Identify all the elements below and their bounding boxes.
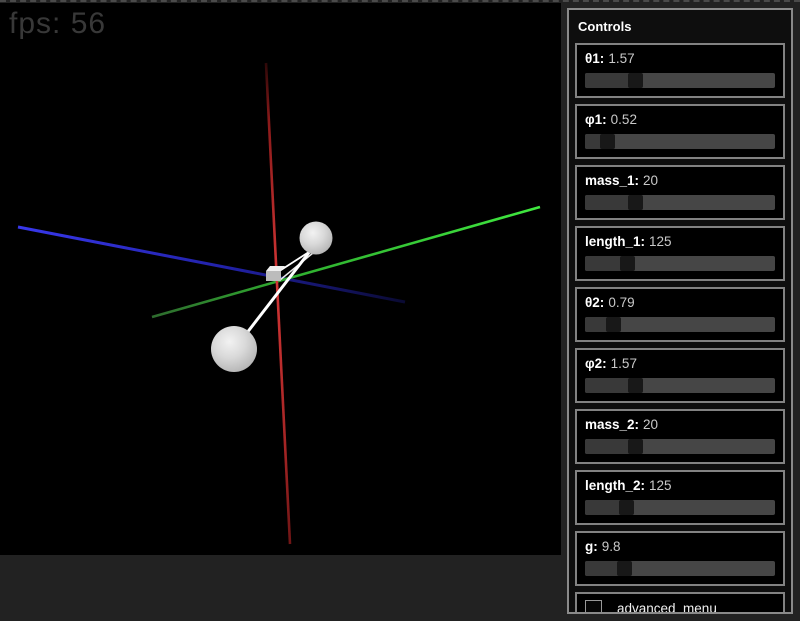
slider-track-length2[interactable] xyxy=(585,500,775,515)
slider-label-theta2: θ2: 0.79 xyxy=(585,295,775,311)
slider-box-mass2: mass_2: 20 xyxy=(575,409,785,464)
green-axis-line xyxy=(152,207,540,317)
slider-label-mass2: mass_2: 20 xyxy=(585,417,775,433)
mass-1-sphere xyxy=(300,222,333,255)
slider-name: mass_1: xyxy=(585,173,639,188)
slider-box-theta2: θ2: 0.79 xyxy=(575,287,785,342)
slider-box-phi1: φ1: 0.52 xyxy=(575,104,785,159)
advanced-menu-row: advanced_menu xyxy=(575,592,785,614)
slider-track-mass2[interactable] xyxy=(585,439,775,454)
slider-value: 1.57 xyxy=(611,356,637,371)
slider-thumb[interactable] xyxy=(628,378,643,393)
slider-track-mass1[interactable] xyxy=(585,195,775,210)
slider-label-length2: length_2: 125 xyxy=(585,478,775,494)
slider-name: length_2: xyxy=(585,478,645,493)
slider-thumb[interactable] xyxy=(628,73,643,88)
slider-thumb[interactable] xyxy=(617,561,632,576)
slider-box-length2: length_2: 125 xyxy=(575,470,785,525)
slider-value: 20 xyxy=(643,417,658,432)
advanced-menu-checkbox[interactable] xyxy=(585,600,602,614)
slider-box-g: g: 9.8 xyxy=(575,531,785,586)
slider-name: θ2: xyxy=(585,295,604,310)
simulation-canvas[interactable]: fps: 56 xyxy=(0,3,561,555)
slider-thumb[interactable] xyxy=(606,317,621,332)
slider-value: 1.57 xyxy=(608,51,634,66)
slider-value: 9.8 xyxy=(602,539,621,554)
slider-track-length1[interactable] xyxy=(585,256,775,271)
slider-value: 125 xyxy=(649,234,672,249)
slider-name: θ1: xyxy=(585,51,604,66)
slider-name: mass_2: xyxy=(585,417,639,432)
slider-thumb[interactable] xyxy=(628,195,643,210)
panel-title: Controls xyxy=(578,19,785,34)
slider-box-mass1: mass_1: 20 xyxy=(575,165,785,220)
slider-box-length1: length_1: 125 xyxy=(575,226,785,281)
slider-thumb[interactable] xyxy=(628,439,643,454)
slider-box-phi2: φ2: 1.57 xyxy=(575,348,785,403)
slider-track-phi2[interactable] xyxy=(585,378,775,393)
slider-name: length_1: xyxy=(585,234,645,249)
pendulum-scene xyxy=(0,3,561,555)
slider-name: φ1: xyxy=(585,112,607,127)
advanced-menu-label: advanced_menu xyxy=(617,601,717,614)
slider-track-theta2[interactable] xyxy=(585,317,775,332)
mass-2-sphere xyxy=(211,326,257,372)
slider-name: φ2: xyxy=(585,356,607,371)
slider-label-theta1: θ1: 1.57 xyxy=(585,51,775,67)
page-top-dashed-border xyxy=(0,0,800,2)
slider-thumb[interactable] xyxy=(619,500,634,515)
slider-label-length1: length_1: 125 xyxy=(585,234,775,250)
slider-label-g: g: 9.8 xyxy=(585,539,775,555)
slider-value: 125 xyxy=(649,478,672,493)
blue-axis-line xyxy=(18,227,405,302)
slider-track-theta1[interactable] xyxy=(585,73,775,88)
slider-label-phi1: φ1: 0.52 xyxy=(585,112,775,128)
slider-label-mass1: mass_1: 20 xyxy=(585,173,775,189)
fps-counter: fps: 56 xyxy=(9,7,106,41)
slider-track-g[interactable] xyxy=(585,561,775,576)
slider-box-theta1: θ1: 1.57 xyxy=(575,43,785,98)
controls-panel: Controls θ1: 1.57 φ1: 0.52 mass_1: 20 lengt… xyxy=(567,8,793,614)
slider-label-phi2: φ2: 1.57 xyxy=(585,356,775,372)
slider-thumb[interactable] xyxy=(600,134,615,149)
slider-thumb[interactable] xyxy=(620,256,635,271)
slider-value: 20 xyxy=(643,173,658,188)
slider-value: 0.79 xyxy=(608,295,634,310)
slider-name: g: xyxy=(585,539,598,554)
slider-value: 0.52 xyxy=(611,112,637,127)
slider-track-phi1[interactable] xyxy=(585,134,775,149)
